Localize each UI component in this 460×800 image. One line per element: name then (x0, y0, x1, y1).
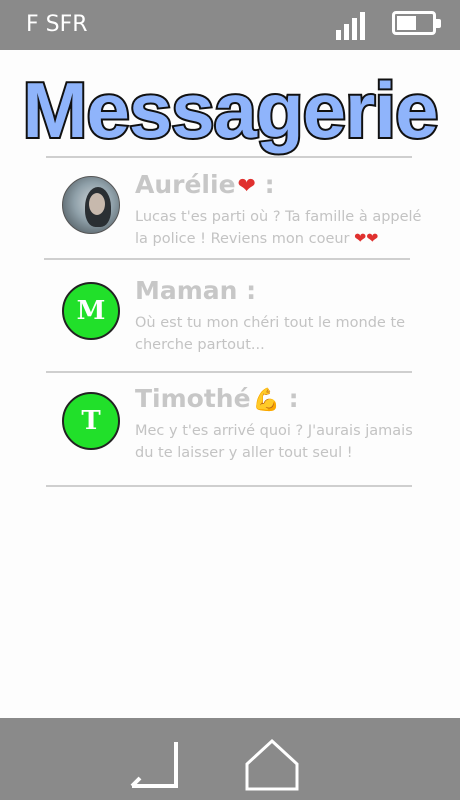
conversation-aurelie[interactable]: Aurélie❤ : Lucas t'es parti où ? Ta fami… (58, 170, 438, 270)
divider (46, 485, 412, 487)
back-arrow-icon[interactable] (126, 740, 180, 790)
conversation-maman[interactable]: M Maman : Où est tu mon chéri tout le mo… (58, 276, 438, 376)
message-preview: Où est tu mon chéri tout le monde te che… (135, 315, 406, 353)
heart-icon: ❤❤ (354, 231, 379, 247)
home-icon[interactable] (244, 738, 300, 792)
battery-icon (392, 11, 441, 35)
heart-icon: ❤ (237, 174, 256, 199)
conversation-timothe[interactable]: T Timothé💪 : Mec y t'es arrivé quoi ? J'… (58, 384, 438, 484)
message-preview: Lucas t'es parti où ? Ta famille à appel… (135, 209, 422, 247)
page-title: Messagerie (21, 66, 441, 154)
avatar: T (62, 392, 120, 450)
divider (46, 156, 412, 158)
avatar (62, 176, 120, 234)
signal-bars-icon (336, 12, 368, 40)
divider (44, 258, 410, 260)
contact-name: Maman : (135, 276, 257, 305)
divider (46, 371, 412, 373)
status-bar: F SFR (0, 0, 460, 50)
navigation-bar (0, 718, 460, 800)
contact-name: Aurélie❤ : (135, 170, 275, 199)
avatar: M (62, 282, 120, 340)
contact-name: Timothé💪 : (135, 384, 299, 413)
flexed-biceps-icon: 💪 (252, 388, 280, 413)
message-preview: Mec y t'es arrivé quoi ? J'aurais jamais… (135, 423, 413, 461)
carrier-name: F SFR (26, 12, 88, 37)
